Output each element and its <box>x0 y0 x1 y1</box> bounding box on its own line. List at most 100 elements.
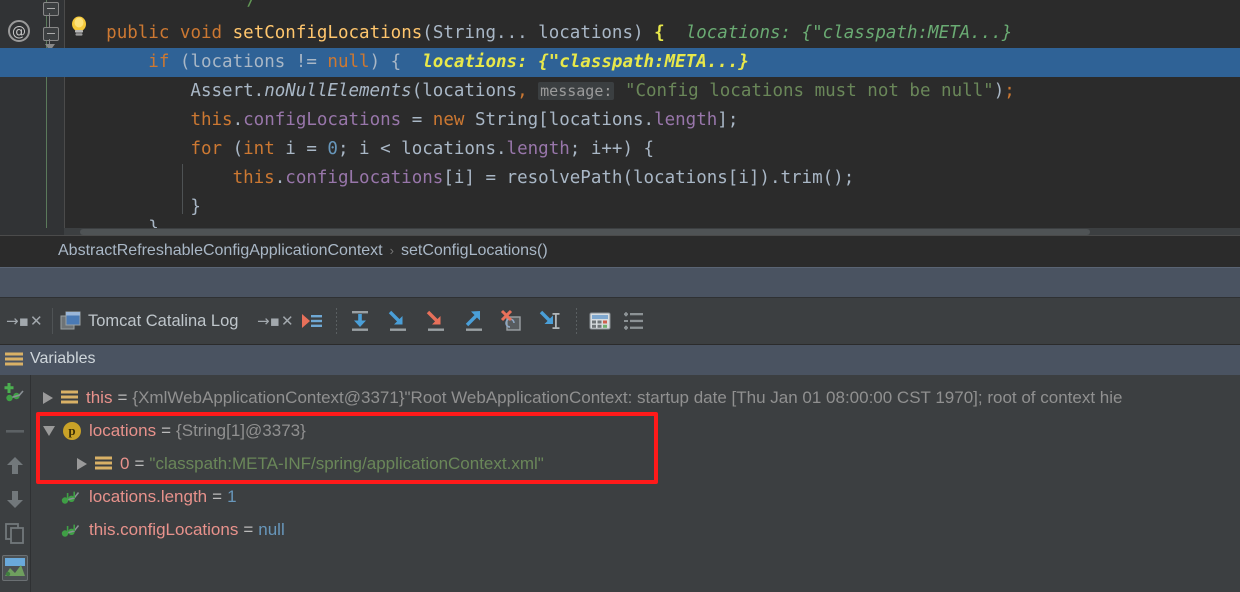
toolwindow-pin-button[interactable]: →▪ <box>6 298 29 344</box>
code-token: { <box>654 23 665 43</box>
code-token: ( <box>222 139 244 159</box>
code-token: locations: {"classpath:META...} <box>422 52 749 72</box>
run-to-cursor-button[interactable] <box>536 307 564 335</box>
show-execution-point-button[interactable] <box>298 307 326 335</box>
panel-splitter[interactable] <box>0 268 1240 297</box>
tab-tomcat-catalina-log[interactable]: Tomcat Catalina Log <box>60 298 238 344</box>
variables-panel-header[interactable]: Variables <box>0 345 1240 375</box>
pin-icon[interactable]: →▪ <box>257 312 280 330</box>
variable-value: null <box>258 519 285 539</box>
tab-close-button[interactable]: ✕ <box>281 298 294 344</box>
code-token: = <box>401 110 433 130</box>
view-as-chart-button[interactable] <box>2 555 28 581</box>
variables-icon <box>5 352 23 368</box>
variable-row[interactable]: this = {XmlWebApplicationContext@3371} "Ro… <box>31 381 1240 414</box>
code-token: ; i < locations. <box>337 139 507 159</box>
editor-horizontal-scrollbar-thumb[interactable] <box>80 228 1090 235</box>
force-step-into-button[interactable] <box>422 307 450 335</box>
pin-icon[interactable]: →▪ <box>6 312 29 330</box>
code-line[interactable]: Assert.noNullElements(locations, message… <box>64 77 1240 106</box>
code-token: message: <box>538 82 615 100</box>
code-token: if <box>148 52 170 72</box>
breadcrumb-method[interactable]: setConfigLocations() <box>401 242 548 259</box>
variable-row[interactable]: p locations = {String[1]@3373} <box>31 414 1240 447</box>
copy-value-button[interactable] <box>3 521 27 545</box>
remove-watch-button[interactable] <box>3 419 27 443</box>
debug-toolbar[interactable]: →▪ ✕ Tomcat Catalina Log →▪ ✕ <box>0 298 1240 345</box>
variables-sidebar-toolbar[interactable] <box>0 375 31 592</box>
code-token: 0 <box>327 139 338 159</box>
fold-marker-method-icon[interactable] <box>43 27 59 41</box>
code-line[interactable]: this.configLocations[i] = resolvePath(lo… <box>64 164 1240 193</box>
step-over-button[interactable] <box>346 307 374 335</box>
code-token: i = <box>274 139 328 159</box>
code-token: ) <box>993 81 1005 101</box>
move-up-button[interactable] <box>3 453 27 477</box>
fold-marker-top-icon[interactable] <box>43 2 59 16</box>
breadcrumb[interactable]: AbstractRefreshableConfigApplicationCont… <box>0 235 1240 268</box>
execution-line-gutter-highlight <box>0 48 64 77</box>
code-line[interactable]: public void setConfigLocations(String...… <box>64 19 1240 48</box>
code-token: void <box>179 23 223 43</box>
close-icon[interactable]: ✕ <box>281 312 294 330</box>
watch-icon <box>61 489 81 505</box>
code-token: public <box>106 23 170 43</box>
settings-button[interactable] <box>620 307 648 335</box>
variables-panel-body[interactable]: this = {XmlWebApplicationContext@3371} "Ro… <box>0 375 1240 592</box>
code-token: this <box>232 168 275 188</box>
code-token: length <box>506 139 570 159</box>
variable-row[interactable]: locations.length = 1 <box>31 480 1240 513</box>
evaluate-expression-button[interactable] <box>586 307 614 335</box>
drop-frame-button[interactable] <box>498 307 526 335</box>
code-token: null <box>327 52 370 72</box>
breadcrumb-class[interactable]: AbstractRefreshableConfigApplicationCont… <box>58 242 383 259</box>
step-into-button[interactable] <box>384 307 412 335</box>
variable-value: 1 <box>227 486 237 506</box>
tab-label[interactable]: Tomcat Catalina Log <box>88 312 238 331</box>
toolwindow-close-button[interactable]: ✕ <box>30 298 43 344</box>
toolbar-separator <box>336 308 337 334</box>
code-token: , <box>517 81 528 101</box>
code-token: ]; <box>717 110 739 130</box>
toolbar-separator <box>576 308 577 334</box>
variable-row[interactable]: this.configLocations = null <box>31 513 1240 546</box>
code-line[interactable]: this.configLocations = new String[locati… <box>64 106 1240 135</box>
code-token: noNullElements <box>264 81 412 101</box>
collapse-arrow-icon[interactable] <box>43 425 55 436</box>
code-token: for <box>190 139 223 159</box>
variable-name: this <box>86 387 113 407</box>
code-token: [i] = resolvePath(locations[i]).trim(); <box>443 168 855 188</box>
tab-pin-button[interactable]: →▪ <box>257 298 280 344</box>
move-down-button[interactable] <box>3 487 27 511</box>
code-editor[interactable]: @ */ public void setConfigLocations(Stri… <box>0 0 1240 235</box>
code-text-area[interactable]: public void setConfigLocations(String...… <box>64 0 1240 235</box>
variable-name: 0 <box>120 453 130 473</box>
variable-row[interactable]: 0 = "classpath:META-INF/spring/application… <box>31 447 1240 480</box>
variable-reference: {XmlWebApplicationContext@3371} <box>132 387 405 407</box>
code-line[interactable]: for (int i = 0; i < locations.length; i+… <box>64 135 1240 164</box>
step-out-button[interactable] <box>460 307 488 335</box>
code-token: configLocations <box>285 168 444 188</box>
variable-value: "Root WebApplicationContext: startup dat… <box>404 387 1123 407</box>
variable-name: locations.length <box>89 486 208 506</box>
add-watch-button[interactable] <box>3 381 27 405</box>
close-icon[interactable]: ✕ <box>30 312 43 330</box>
code-token: ) { <box>369 52 423 72</box>
annotation-at-icon[interactable]: @ <box>8 20 30 42</box>
variable-name: locations <box>89 420 157 440</box>
equals-sign: = <box>212 486 223 506</box>
code-token: . <box>232 110 244 130</box>
code-line[interactable]: if (locations != null) { locations: {"cl… <box>64 48 1240 77</box>
expand-arrow-icon[interactable] <box>77 457 87 470</box>
code-token: this <box>190 110 233 130</box>
code-token: . <box>274 168 286 188</box>
equals-sign: = <box>161 420 172 440</box>
expand-arrow-icon[interactable] <box>43 391 53 404</box>
variables-title: Variables <box>30 350 96 367</box>
code-token: ; i++) { <box>569 139 655 159</box>
code-token: ; <box>1004 81 1015 101</box>
variables-tree[interactable]: this = {XmlWebApplicationContext@3371} "Ro… <box>31 375 1240 592</box>
